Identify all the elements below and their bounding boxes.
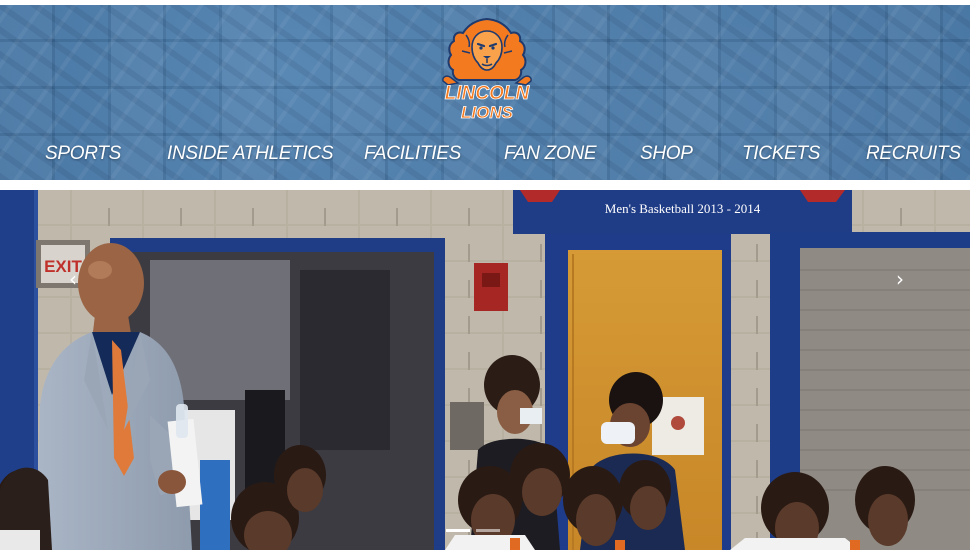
slide-dot-1[interactable]	[446, 529, 470, 532]
slideshow-pagination	[446, 529, 500, 533]
hero-photo: EXIT	[0, 190, 970, 550]
lincoln-lions-logo[interactable]: LINCOLN LIONS	[436, 17, 538, 121]
nav-inside-athletics[interactable]: INSIDE ATHLETICS	[167, 143, 334, 165]
hero-slideshow[interactable]: EXIT Men's Basketball 2013 - 2014 ‹ ›	[0, 190, 970, 550]
nav-facilities[interactable]: FACILITIES	[364, 143, 461, 165]
nav-shop[interactable]: SHOP	[640, 143, 693, 165]
nav-fan-zone[interactable]: FAN ZONE	[504, 143, 597, 165]
nav-tickets[interactable]: TICKETS	[742, 143, 820, 165]
slideshow-next-button[interactable]: ›	[889, 268, 911, 290]
chevron-left-icon: ‹	[69, 267, 77, 291]
banner-text: Men's Basketball 2013 - 2014	[604, 201, 761, 216]
slideshow-prev-button[interactable]: ‹	[62, 268, 84, 290]
logo-line-1: LINCOLN	[445, 83, 531, 104]
nav-sports[interactable]: SPORTS	[45, 143, 121, 165]
chevron-right-icon: ›	[896, 267, 904, 291]
header-divider	[0, 180, 970, 190]
slide-dot-2[interactable]	[476, 529, 500, 532]
logo-line-2: LIONS	[461, 103, 514, 121]
nav-recruits[interactable]: RECRUITS	[866, 143, 961, 165]
site-header: LINCOLN LIONS SPORTS INSIDE ATHLETICS FA…	[0, 5, 970, 180]
main-nav: SPORTS INSIDE ATHLETICS FACILITIES FAN Z…	[0, 143, 970, 171]
